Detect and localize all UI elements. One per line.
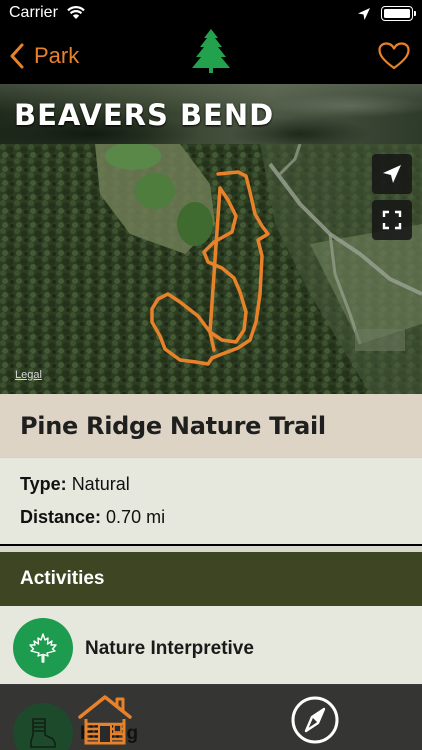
legal-link[interactable]: Legal [15, 369, 42, 381]
back-button[interactable]: Park [10, 40, 79, 72]
distance-value: 0.70 mi [106, 507, 166, 527]
trail-distance-row: Distance: 0.70 mi [20, 507, 165, 528]
cabin-icon[interactable] [76, 691, 134, 745]
distance-label: Distance: [20, 507, 102, 527]
type-value: Natural [71, 474, 130, 494]
trail-type-row: Type: Natural [20, 474, 130, 495]
activities-title: Activities [20, 568, 105, 589]
trail-title: Pine Ridge Nature Trail [20, 412, 326, 440]
activities-header: Activities [0, 552, 422, 606]
compass-icon[interactable] [290, 695, 340, 745]
trail-map[interactable]: Legal [0, 144, 422, 394]
activity-icon-badge [13, 703, 73, 750]
tab-bar: Hiking [0, 684, 422, 750]
trail-title-box: Pine Ridge Nature Trail [0, 394, 422, 458]
chevron-left-icon [10, 43, 24, 69]
activity-icon-badge [13, 618, 73, 678]
wifi-icon [67, 6, 85, 19]
trail-details: Type: Natural Distance: 0.70 mi [0, 458, 422, 544]
pine-tree-icon [192, 29, 230, 73]
battery-icon [381, 6, 416, 21]
back-label: Park [34, 43, 80, 68]
locate-button[interactable] [372, 154, 412, 194]
activity-item[interactable]: Nature Interpretive [0, 606, 422, 686]
location-arrow-icon [358, 8, 370, 20]
hiker-boot-icon [30, 718, 56, 748]
carrier-label: Carrier [9, 4, 58, 21]
fullscreen-icon [382, 210, 402, 230]
type-label: Type: [20, 474, 67, 494]
location-arrow-icon [383, 165, 401, 183]
nav-bar: Park [0, 28, 422, 84]
heart-icon[interactable] [378, 42, 410, 70]
activity-label: Nature Interpretive [85, 638, 254, 659]
maple-leaf-icon [29, 633, 57, 663]
park-title: BEAVERS BEND [14, 98, 275, 132]
park-banner: BEAVERS BEND [0, 84, 422, 144]
satellite-map [0, 144, 422, 394]
fullscreen-button[interactable] [372, 200, 412, 240]
status-bar: Carrier [0, 0, 422, 28]
